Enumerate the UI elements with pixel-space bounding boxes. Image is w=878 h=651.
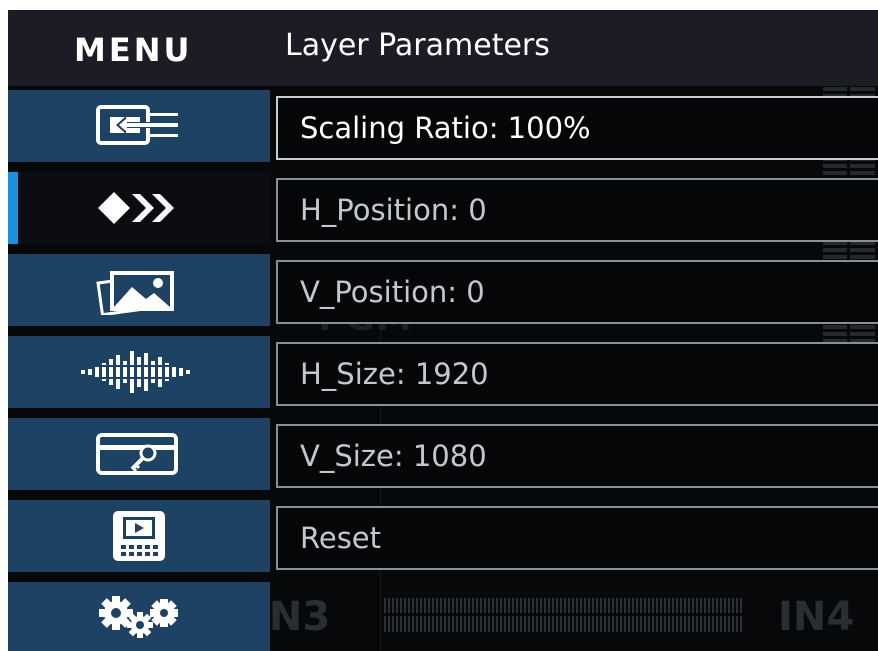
param-label: V_Size: 1080 — [300, 439, 487, 473]
param-v-size[interactable]: V_Size: 1080 — [276, 424, 878, 488]
background-in4-label: IN4 — [778, 594, 855, 640]
reset-button[interactable]: Reset — [276, 506, 878, 570]
media-player-keypad-icon — [113, 511, 165, 561]
param-label: Reset — [300, 521, 382, 555]
key-card-icon — [96, 433, 178, 475]
header-bar: MENU Layer Parameters — [8, 10, 878, 86]
param-h-position[interactable]: H_Position: 0 — [276, 178, 878, 242]
sidebar-item-key[interactable] — [8, 418, 270, 490]
param-scaling-ratio[interactable]: Scaling Ratio: 100% — [276, 96, 878, 160]
param-label: H_Size: 1920 — [300, 357, 489, 391]
param-v-position[interactable]: V_Position: 0 — [276, 260, 878, 324]
page-title: Layer Parameters — [285, 28, 550, 63]
input-switch-icon — [96, 105, 180, 145]
sidebar-item-settings[interactable] — [8, 582, 270, 651]
menu-title: MENU — [74, 31, 193, 69]
param-label: V_Position: 0 — [300, 275, 485, 309]
audio-waveform-icon — [79, 351, 199, 393]
param-label: H_Position: 0 — [300, 193, 487, 227]
background-meter-stripes — [384, 598, 744, 632]
gears-settings-icon — [99, 596, 178, 638]
image-layers-icon — [96, 271, 174, 315]
sidebar-item-audio[interactable] — [8, 336, 270, 408]
sidebar-item-images[interactable] — [8, 254, 270, 326]
param-label: Scaling Ratio: 100% — [300, 111, 591, 145]
arrows-forward-icon — [98, 192, 174, 224]
param-h-size[interactable]: H_Size: 1920 — [276, 342, 878, 406]
sidebar-item-input-switch[interactable] — [8, 90, 270, 162]
sidebar-item-media[interactable] — [8, 500, 270, 572]
device-screen: PGM IN3 IN4 MENU Layer Parameters — [8, 10, 878, 651]
sidebar-item-layer-parameters[interactable] — [8, 172, 270, 244]
